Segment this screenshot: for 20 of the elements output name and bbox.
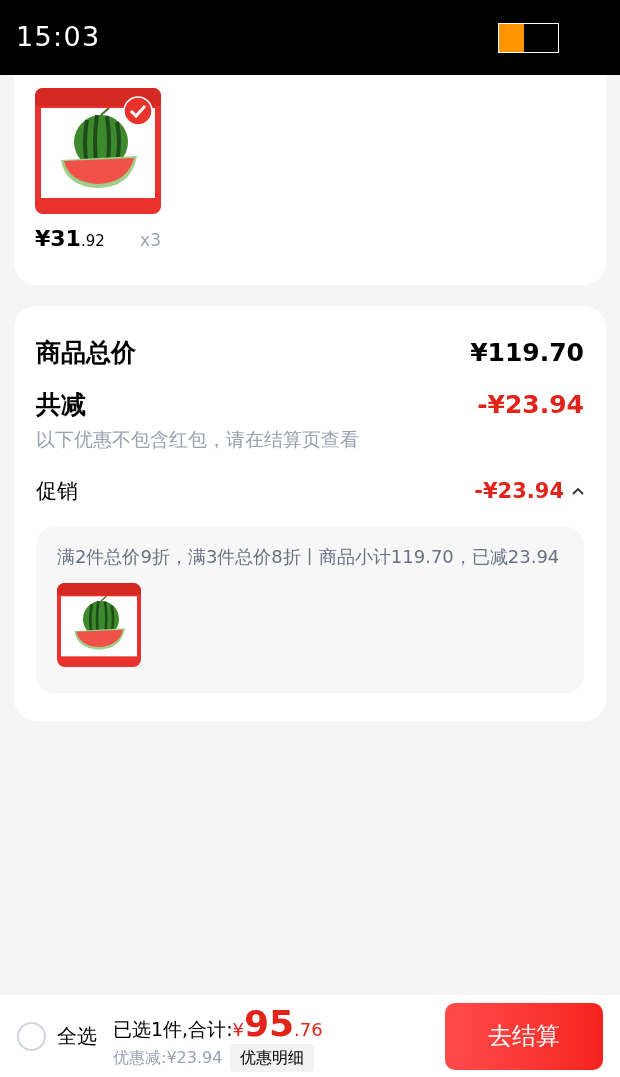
promotion-value: -¥23.94	[474, 477, 564, 505]
selected-summary: 已选1件,合计:	[113, 1017, 233, 1043]
product-quantity: x3	[140, 229, 161, 252]
status-time: 15:03	[16, 20, 101, 55]
select-all-checkbox[interactable]	[17, 1021, 46, 1051]
battery-icon	[498, 22, 560, 53]
promotion-label: 促销	[36, 477, 78, 505]
select-all-label[interactable]: 全选	[57, 1021, 97, 1051]
total-label: 商品总价	[36, 337, 136, 369]
discount-note: 以下优惠不包含红包，请在结算页查看	[36, 427, 360, 452]
discount-value: -¥23.94	[477, 388, 584, 421]
promotion-row[interactable]: 促销 -¥23.94	[36, 475, 584, 507]
promotion-detail: 满2件总价9折，满3件总价8折丨商品小计119.70，已减23.94	[57, 545, 561, 569]
discount-details-button[interactable]: 优惠明细	[230, 1043, 315, 1072]
product-price: ¥31.92	[35, 225, 105, 253]
total-value: ¥119.70	[470, 337, 584, 369]
savings-text: 优惠减:¥23.94	[113, 1046, 223, 1069]
discount-label: 共减	[36, 388, 86, 421]
total-amount: ¥95.76	[232, 1006, 323, 1044]
checkout-button[interactable]: 去结算	[445, 1002, 603, 1070]
